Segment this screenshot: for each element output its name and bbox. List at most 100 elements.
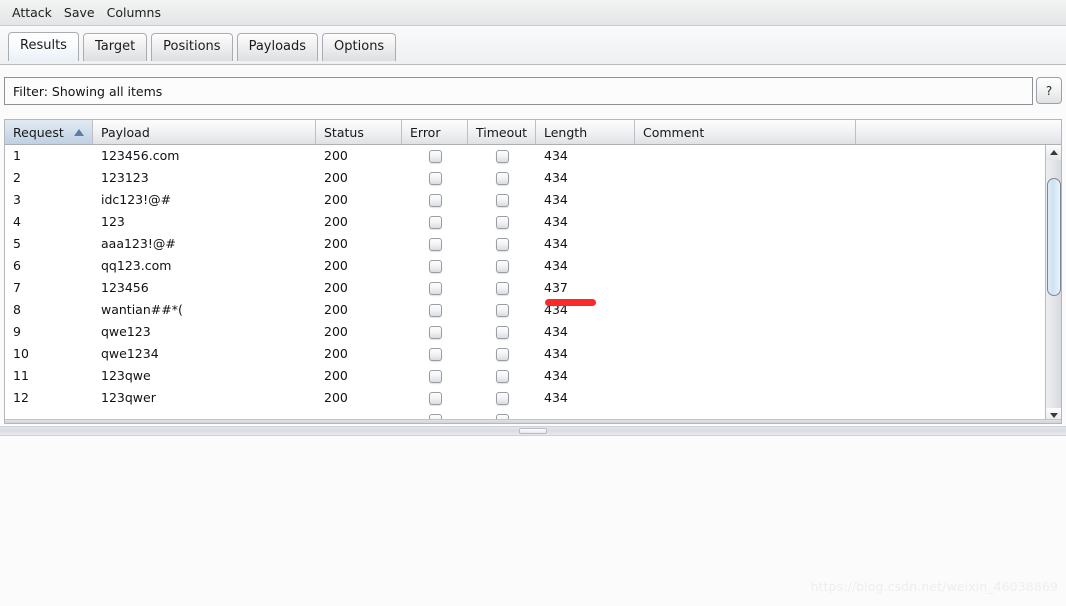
cell-error[interactable] <box>402 387 468 409</box>
cell-request: 4 <box>13 214 21 229</box>
cell-error[interactable] <box>402 145 468 167</box>
tab-strip: Results Target Positions Payloads Option… <box>0 27 1066 65</box>
cell-request: 6 <box>13 258 21 273</box>
horizontal-scrollbar[interactable] <box>5 419 1061 423</box>
column-header-comment[interactable]: Comment <box>635 120 856 144</box>
cell-timeout[interactable] <box>468 211 536 233</box>
table-row[interactable]: 1 123456.com 200 434 <box>5 145 1044 167</box>
timeout-checkbox[interactable] <box>495 325 509 339</box>
tab-results[interactable]: Results <box>8 32 79 61</box>
cell-error[interactable] <box>402 211 468 233</box>
timeout-checkbox[interactable] <box>495 215 509 229</box>
cell-error[interactable] <box>402 365 468 387</box>
error-checkbox[interactable] <box>428 193 442 207</box>
menu-attack[interactable]: Attack <box>7 3 59 23</box>
cell-error[interactable] <box>402 233 468 255</box>
error-checkbox[interactable] <box>428 303 442 317</box>
column-header-error[interactable]: Error <box>402 120 468 144</box>
tab-target[interactable]: Target <box>82 33 148 61</box>
error-checkbox[interactable] <box>428 369 442 383</box>
menu-columns[interactable]: Columns <box>102 3 168 23</box>
cell-error[interactable] <box>402 299 468 321</box>
timeout-checkbox[interactable] <box>495 171 509 185</box>
timeout-checkbox[interactable] <box>495 347 509 361</box>
cell-timeout[interactable] <box>468 167 536 189</box>
table-row[interactable]: 12 123qwer 200 434 <box>5 387 1044 409</box>
cell-timeout[interactable] <box>468 387 536 409</box>
tab-payloads[interactable]: Payloads <box>236 33 319 61</box>
cell-request: 1 <box>13 148 21 163</box>
timeout-checkbox[interactable] <box>495 281 509 295</box>
cell-timeout[interactable] <box>468 299 536 321</box>
cell-timeout[interactable] <box>468 233 536 255</box>
help-button[interactable]: ? <box>1036 77 1062 104</box>
table-row[interactable]: 6 qq123.com 200 434 <box>5 255 1044 277</box>
timeout-checkbox[interactable] <box>495 193 509 207</box>
cell-timeout[interactable] <box>468 321 536 343</box>
cell-timeout[interactable] <box>468 365 536 387</box>
cell-comment <box>635 277 856 299</box>
tab-positions[interactable]: Positions <box>151 33 233 61</box>
error-checkbox[interactable] <box>428 259 442 273</box>
error-checkbox[interactable] <box>428 347 442 361</box>
splitter-grip-handle[interactable] <box>519 428 547 434</box>
cell-status: 200 <box>324 148 348 163</box>
error-checkbox[interactable] <box>428 215 442 229</box>
cell-timeout[interactable] <box>468 189 536 211</box>
error-checkbox[interactable] <box>428 281 442 295</box>
timeout-checkbox[interactable] <box>495 237 509 251</box>
cell-error[interactable] <box>402 167 468 189</box>
table-row[interactable]: 8 wantian##*(200 434 <box>5 299 1044 321</box>
column-header-status[interactable]: Status <box>316 120 402 144</box>
cell-length: 434 <box>544 258 568 273</box>
table-row[interactable]: 11 123qwe 200 434 <box>5 365 1044 387</box>
timeout-checkbox[interactable] <box>495 149 509 163</box>
error-checkbox[interactable] <box>428 171 442 185</box>
cell-timeout[interactable] <box>468 255 536 277</box>
table-row[interactable]: 3 idc123!@# 200 434 <box>5 189 1044 211</box>
timeout-checkbox[interactable] <box>495 391 509 405</box>
cell-length: 434 <box>544 236 568 251</box>
table-row[interactable]: 5 aaa123!@# 200 434 <box>5 233 1044 255</box>
cell-request: 3 <box>13 192 21 207</box>
vertical-scrollbar-thumb[interactable] <box>1047 178 1061 296</box>
error-checkbox[interactable] <box>428 149 442 163</box>
cell-payload: qwe1234 <box>101 346 159 361</box>
table-row[interactable]: 9 qwe123 200 434 <box>5 321 1044 343</box>
cell-error[interactable] <box>402 255 468 277</box>
timeout-checkbox[interactable] <box>495 369 509 383</box>
cell-request: 7 <box>13 280 21 295</box>
cell-length: 434 <box>544 390 568 405</box>
menu-save[interactable]: Save <box>59 3 102 23</box>
table-row[interactable]: 7 123456 200 437 <box>5 277 1044 299</box>
cell-timeout[interactable] <box>468 145 536 167</box>
filter-bar[interactable]: Filter: Showing all items <box>4 77 1033 105</box>
error-checkbox[interactable] <box>428 237 442 251</box>
table-row[interactable]: 4 123 200 434 <box>5 211 1044 233</box>
sort-ascending-icon <box>74 128 84 136</box>
scroll-up-button[interactable] <box>1046 145 1061 160</box>
cell-timeout[interactable] <box>468 277 536 299</box>
timeout-checkbox[interactable] <box>495 259 509 273</box>
timeout-checkbox[interactable] <box>495 303 509 317</box>
column-header-timeout[interactable]: Timeout <box>468 120 536 144</box>
cell-error[interactable] <box>402 189 468 211</box>
cell-error[interactable] <box>402 343 468 365</box>
cell-payload: 123qwer <box>101 390 156 405</box>
cell-status: 200 <box>324 258 348 273</box>
cell-timeout[interactable] <box>468 343 536 365</box>
error-checkbox[interactable] <box>428 391 442 405</box>
pane-splitter[interactable] <box>0 426 1066 436</box>
cell-error[interactable] <box>402 277 468 299</box>
vertical-scrollbar[interactable] <box>1045 145 1061 423</box>
table-row[interactable]: 10 qwe1234 200 434 <box>5 343 1044 365</box>
error-checkbox[interactable] <box>428 325 442 339</box>
column-header-length[interactable]: Length <box>536 120 635 144</box>
cell-request: 2 <box>13 170 21 185</box>
table-row[interactable]: 2 123123 200 434 <box>5 167 1044 189</box>
tab-options[interactable]: Options <box>322 33 397 61</box>
cell-status: 200 <box>324 280 348 295</box>
cell-error[interactable] <box>402 321 468 343</box>
column-header-payload[interactable]: Payload <box>93 120 316 144</box>
column-header-request[interactable]: Request <box>5 120 93 144</box>
